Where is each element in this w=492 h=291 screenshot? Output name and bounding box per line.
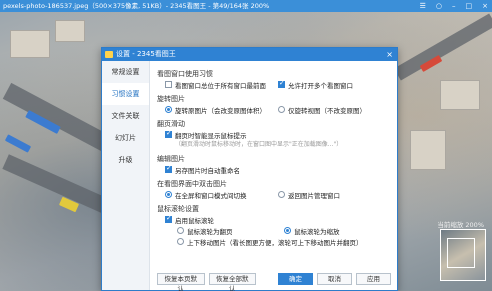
always-on-top-label: 看图窗口总位于所有窗口最前面	[175, 81, 266, 90]
wheel-scroll-row: 上下移动图片（看长图更方便，滚轮可上下移动图片并翻页）	[157, 236, 391, 247]
smart-hint-option[interactable]: 翻页时智能显示鼠标提示	[165, 129, 247, 140]
cancel-button[interactable]: 取消	[317, 273, 352, 285]
skin-icon[interactable]: ☰	[420, 0, 426, 12]
dialog-close-icon[interactable]: ×	[386, 48, 393, 61]
settings-content: 看图窗口使用习惯 看图窗口总位于所有窗口最前面 允许打开多个看图窗口 旋转图片 …	[157, 65, 391, 247]
options-icon[interactable]: ○	[436, 0, 442, 12]
nav-file-association[interactable]: 文件关联	[102, 105, 149, 127]
always-on-top-checkbox[interactable]	[165, 81, 172, 88]
return-manager-radio[interactable]	[278, 191, 285, 198]
open-habit-row: 看图窗口总位于所有窗口最前面 允许打开多个看图窗口	[157, 79, 391, 90]
photo-bus	[4, 134, 32, 153]
toggle-fullscreen-radio[interactable]	[165, 191, 172, 198]
wheel-enable-row: 启用鼠标滚轮	[157, 214, 391, 225]
wheel-page-radio[interactable]	[177, 227, 184, 234]
section-open-habit-title: 看图窗口使用习惯	[157, 70, 213, 78]
page-turn-row: 翻页时智能显示鼠标提示	[157, 129, 391, 140]
wheel-enable-option[interactable]: 启用鼠标滚轮	[165, 214, 214, 225]
viewer-title: pexels-photo-186537.jpeg（500×375像素, 51KB…	[3, 2, 270, 10]
toggle-fullscreen-option[interactable]: 在全屏和窗口模式间切换	[165, 190, 278, 200]
wheel-mode-row: 鼠标滚轮为翻页 鼠标滚轮为缩放	[157, 225, 391, 236]
section-page-turn-title: 翻页滑动	[157, 120, 185, 128]
minimap-viewport[interactable]	[447, 238, 475, 268]
app-logo-icon	[105, 51, 113, 58]
photo-building	[410, 130, 446, 170]
photo-building	[55, 20, 85, 42]
zoom-label: 当前缩放 200%	[437, 221, 484, 229]
wheel-page-option[interactable]: 鼠标滚轮为翻页	[177, 226, 284, 236]
section-rotate-title: 旋转图片	[157, 95, 185, 103]
edit-row: 另存图片时自动重命名	[157, 164, 391, 175]
return-manager-label: 返回图片管理窗口	[288, 191, 340, 200]
rotate-original-label: 旋转原图片（会改变原图体积）	[175, 106, 266, 115]
nav-general[interactable]: 常规设置	[102, 61, 149, 83]
close-icon[interactable]: ×	[482, 0, 488, 12]
dialog-titlebar: 设置 - 2345看图王 ×	[102, 48, 397, 61]
wheel-zoom-option[interactable]: 鼠标滚轮为缩放	[284, 226, 391, 236]
nav-upgrade[interactable]: 升级	[102, 149, 149, 171]
dialog-footer: 恢复本页默认 恢复全部默认 确定 取消 应用	[157, 273, 391, 291]
section-dblclick-title: 在看图界面中双击图片	[157, 180, 227, 188]
wheel-zoom-label: 鼠标滚轮为缩放	[294, 227, 340, 236]
maximize-icon[interactable]: □	[466, 0, 473, 12]
apply-button[interactable]: 应用	[356, 273, 391, 285]
dblclick-row: 在全屏和窗口模式间切换 返回图片管理窗口	[157, 189, 391, 200]
smart-hint-label: 翻页时智能显示鼠标提示	[175, 131, 247, 140]
dialog-title: 设置 - 2345看图王	[116, 50, 176, 58]
restore-all-button[interactable]: 恢复全部默认	[208, 273, 256, 291]
toggle-fullscreen-label: 在全屏和窗口模式间切换	[175, 191, 247, 200]
multi-window-option[interactable]: 允许打开多个看图窗口	[278, 79, 391, 90]
multi-window-checkbox[interactable]	[278, 79, 285, 88]
wheel-scroll-radio[interactable]	[177, 238, 184, 245]
minimize-icon[interactable]: –	[452, 0, 456, 12]
nav-slideshow[interactable]: 幻灯片	[102, 127, 149, 149]
rotate-original-option[interactable]: 旋转原图片（会改变原图体积）	[165, 105, 278, 115]
viewer-titlebar: pexels-photo-186537.jpeg（500×375像素, 51KB…	[0, 0, 492, 12]
return-manager-option[interactable]: 返回图片管理窗口	[278, 190, 391, 200]
always-on-top-option[interactable]: 看图窗口总位于所有窗口最前面	[165, 80, 278, 90]
ok-button[interactable]: 确定	[278, 273, 313, 285]
page-turn-hint: （翻页滑动时鼠标移动时，在窗口图中显示"正在加载图像..."）	[175, 141, 343, 148]
multi-window-label: 允许打开多个看图窗口	[288, 81, 353, 90]
auto-rename-label: 另存图片时自动重命名	[175, 166, 240, 175]
settings-dialog: 设置 - 2345看图王 × 常规设置 习惯设置 文件关联 幻灯片 升级 看图窗…	[101, 47, 398, 291]
photo-building	[10, 30, 50, 58]
section-edit-title: 编辑图片	[157, 155, 185, 163]
auto-rename-checkbox[interactable]	[165, 164, 172, 173]
wheel-zoom-radio[interactable]	[284, 227, 291, 234]
rotate-view-label: 仅旋转视图（不改变原图）	[288, 106, 366, 115]
settings-nav: 常规设置 习惯设置 文件关联 幻灯片 升级	[102, 61, 150, 290]
restore-page-button[interactable]: 恢复本页默认	[157, 273, 205, 291]
photo-road	[393, 13, 492, 81]
wheel-page-label: 鼠标滚轮为翻页	[187, 227, 233, 236]
wheel-scroll-option[interactable]: 上下移动图片（看长图更方便，滚轮可上下移动图片并翻页）	[177, 237, 363, 247]
wheel-enable-label: 启用鼠标滚轮	[175, 216, 214, 225]
window-controls: ☰ ○ – □ ×	[420, 0, 488, 12]
photo-building	[440, 80, 480, 110]
auto-rename-option[interactable]: 另存图片时自动重命名	[165, 164, 240, 175]
rotate-original-radio[interactable]	[165, 106, 172, 113]
rotate-view-option[interactable]: 仅旋转视图（不改变原图）	[278, 105, 391, 115]
rotate-row: 旋转原图片（会改变原图体积） 仅旋转视图（不改变原图）	[157, 104, 391, 115]
section-wheel-title: 鼠标滚轮设置	[157, 205, 199, 213]
rotate-view-radio[interactable]	[278, 106, 285, 113]
nav-habits[interactable]: 习惯设置	[102, 83, 149, 105]
smart-hint-checkbox[interactable]	[165, 129, 172, 138]
navigator-minimap[interactable]	[440, 229, 486, 281]
wheel-scroll-label: 上下移动图片（看长图更方便，滚轮可上下移动图片并翻页）	[187, 238, 363, 247]
wheel-enable-checkbox[interactable]	[165, 214, 172, 223]
